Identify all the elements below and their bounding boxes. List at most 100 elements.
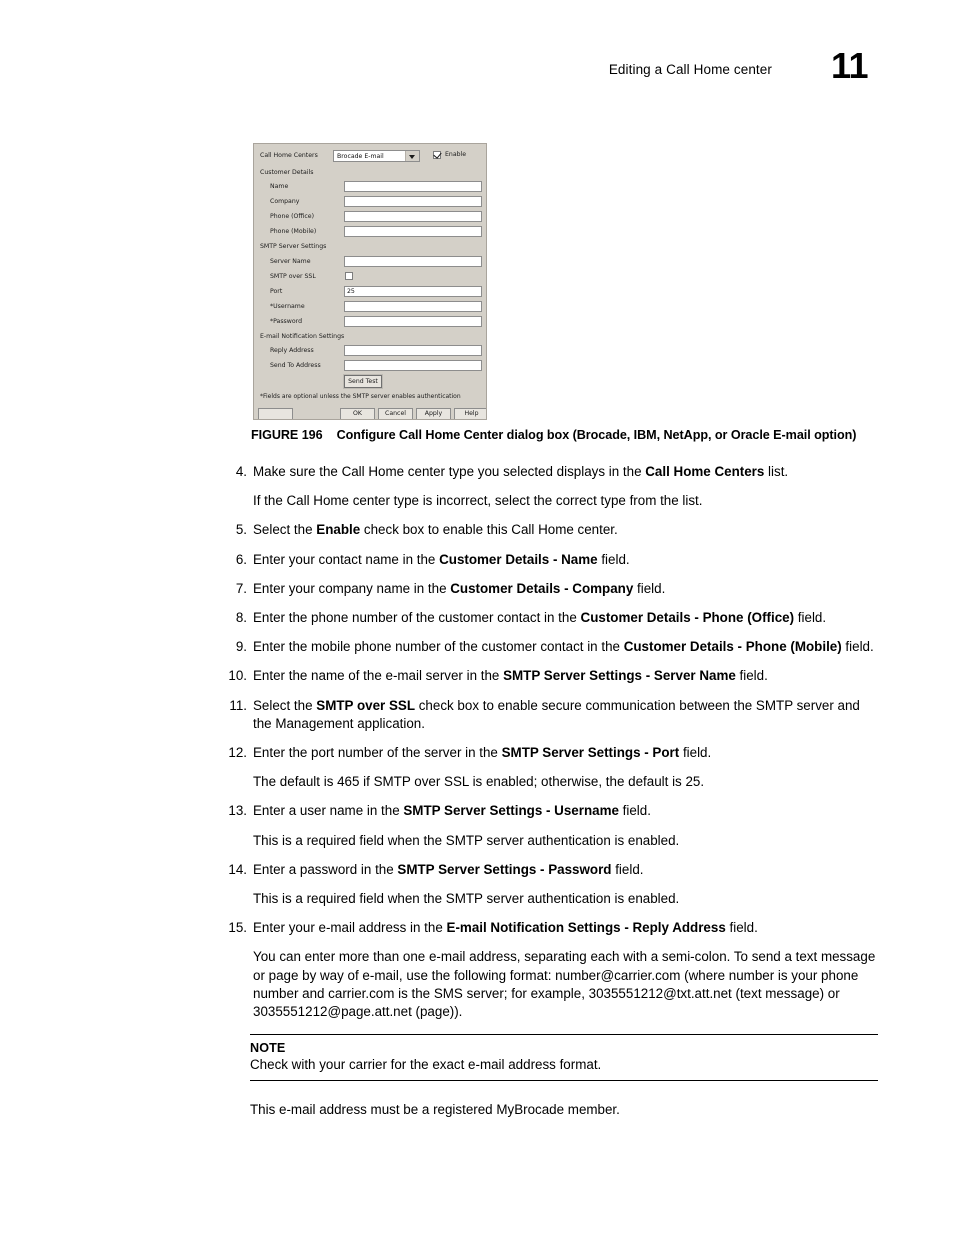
email-group-row: E-mail Notification Settings: [258, 331, 482, 343]
company-row: Company: [258, 196, 482, 208]
smtp-group-row: SMTP Server Settings: [258, 241, 482, 253]
closing-paragraph: This e-mail address must be a registered…: [250, 1102, 620, 1118]
step-13-text-c: field.: [618, 803, 651, 819]
step-12: 12. Enter the port number of the server i…: [221, 744, 881, 762]
step-8: 8. Enter the phone number of the customer…: [221, 609, 881, 627]
name-label: Name: [270, 183, 289, 190]
phone-mobile-label: Phone (Mobile): [270, 228, 317, 235]
send-to-address-input[interactable]: [344, 360, 482, 371]
step-6-text-a: Enter your contact name in the: [253, 551, 440, 567]
phone-office-label: Phone (Office): [270, 213, 315, 220]
step-14-text-a: Enter a password in the: [253, 861, 398, 877]
figure-dialog-screenshot: Call Home Centers Brocade E-mail Enable …: [253, 143, 487, 420]
company-label: Company: [270, 198, 300, 205]
figure-caption: FIGURE 196 Configure Call Home Center dia…: [251, 428, 856, 442]
smtp-over-ssl-row: SMTP over SSL: [258, 271, 482, 283]
step-5-bold: Enable: [316, 522, 361, 538]
step-10-bold: SMTP Server Settings - Server Name: [503, 668, 736, 684]
username-row: *Username: [258, 301, 482, 313]
figure-caption-text: Configure Call Home Center dialog box (B…: [336, 428, 857, 442]
step-15-text-c: field.: [725, 920, 758, 936]
step-8-number: 8.: [235, 610, 247, 626]
password-row: *Password: [258, 316, 482, 328]
step-11-text-a: Select the: [253, 697, 317, 713]
reply-address-input[interactable]: [344, 345, 482, 356]
step-12-text-c: field.: [679, 745, 712, 761]
help-button[interactable]: Help: [454, 408, 486, 419]
page-header: Editing a Call Home center 11: [0, 48, 954, 96]
note-block: NOTE Check with your carrier for the exa…: [250, 1034, 878, 1082]
chevron-down-icon[interactable]: [405, 151, 419, 161]
name-input[interactable]: [344, 181, 482, 192]
step-7-text-a: Enter your company name in the: [253, 580, 451, 596]
step-15-subtext: You can enter more than one e-mail addre…: [253, 949, 876, 1020]
step-12-number: 12.: [228, 745, 247, 761]
smtp-over-ssl-checkbox[interactable]: [345, 272, 353, 280]
step-9-text-a: Enter the mobile phone number of the cus…: [253, 639, 624, 655]
step-5-text-a: Select the: [253, 522, 317, 538]
step-13-subtext: This is a required field when the SMTP s…: [253, 832, 680, 848]
smtp-group-label: SMTP Server Settings: [260, 243, 327, 250]
step-13-number: 13.: [228, 803, 247, 819]
dialog-body: Call Home Centers Brocade E-mail Enable …: [258, 148, 486, 419]
step-15-text-a: Enter your e-mail address in the: [253, 920, 447, 936]
step-4-text-a: Make sure the Call Home center type you …: [253, 464, 646, 479]
email-group-label: E-mail Notification Settings: [260, 333, 345, 340]
phone-mobile-input[interactable]: [344, 226, 482, 237]
step-9-text-c: field.: [841, 639, 874, 655]
send-test-button[interactable]: Send Test: [344, 375, 382, 388]
step-11-bold: SMTP over SSL: [316, 697, 416, 713]
dialog-footnote: *Fields are optional unless the SMTP ser…: [260, 393, 461, 400]
apply-button[interactable]: Apply: [416, 408, 451, 419]
send-to-address-label: Send To Address: [270, 362, 321, 369]
step-7-bold: Customer Details - Company: [450, 580, 634, 596]
phone-office-input[interactable]: [344, 211, 482, 222]
step-12-text-a: Enter the port number of the server in t…: [253, 745, 502, 761]
step-7: 7. Enter your company name in the Custome…: [221, 580, 881, 598]
step-5-text-c: check box to enable this Call Home cente…: [360, 522, 618, 538]
step-15: 15. Enter your e-mail address in the E-ma…: [221, 919, 881, 937]
server-name-label: Server Name: [270, 258, 311, 265]
step-14-text-c: field.: [611, 861, 644, 877]
name-row: Name: [258, 181, 482, 193]
body-content: 4. Make sure the Call Home center type yo…: [221, 463, 881, 1120]
server-name-input[interactable]: [344, 256, 482, 267]
phone-mobile-row: Phone (Mobile): [258, 226, 482, 238]
password-input[interactable]: [344, 316, 482, 327]
company-input[interactable]: [344, 196, 482, 207]
ok-button[interactable]: OK: [340, 408, 375, 419]
password-label: *Password: [270, 318, 302, 325]
step-4-text-c: list.: [764, 464, 789, 479]
call-home-centers-label: Call Home Centers: [260, 152, 318, 159]
customer-details-group-row: Customer Details: [258, 167, 482, 179]
call-home-centers-select[interactable]: Brocade E-mail: [333, 150, 420, 162]
step-8-text-c: field.: [794, 610, 827, 626]
step-9: 9. Enter the mobile phone number of the c…: [221, 638, 881, 656]
step-4-bold: Call Home Centers: [645, 464, 765, 479]
port-input[interactable]: 25: [344, 286, 482, 297]
step-8-text-a: Enter the phone number of the customer c…: [253, 610, 581, 626]
username-input[interactable]: [344, 301, 482, 312]
step-6-bold: Customer Details - Name: [439, 551, 598, 567]
cancel-button[interactable]: Cancel: [378, 408, 413, 419]
step-11-number: 11.: [229, 697, 247, 713]
page-number: 11: [830, 45, 869, 86]
step-12-bold: SMTP Server Settings - Port: [501, 745, 680, 761]
step-15-bold: E-mail Notification Settings - Reply Add…: [446, 920, 726, 936]
note-text: Check with your carrier for the exact e-…: [250, 1057, 602, 1073]
step-7-text-c: field.: [633, 580, 666, 596]
step-8-bold: Customer Details - Phone (Office): [580, 610, 795, 626]
phone-office-row: Phone (Office): [258, 211, 482, 223]
step-6-text-c: field.: [597, 551, 630, 567]
step-14-subtext: This is a required field when the SMTP s…: [253, 891, 680, 907]
server-name-row: Server Name: [258, 256, 482, 268]
step-5-number: 5.: [235, 522, 247, 538]
header-chapter-title: Editing a Call Home center: [608, 62, 772, 77]
customer-details-group-label: Customer Details: [260, 169, 314, 176]
step-6: 6. Enter your contact name in the Custome…: [221, 551, 881, 569]
note-title: NOTE: [250, 1041, 286, 1056]
port-label: Port: [270, 288, 283, 295]
enable-checkbox[interactable]: [433, 151, 441, 159]
step-15-number: 15.: [228, 920, 247, 936]
step-9-number: 9.: [235, 639, 247, 655]
